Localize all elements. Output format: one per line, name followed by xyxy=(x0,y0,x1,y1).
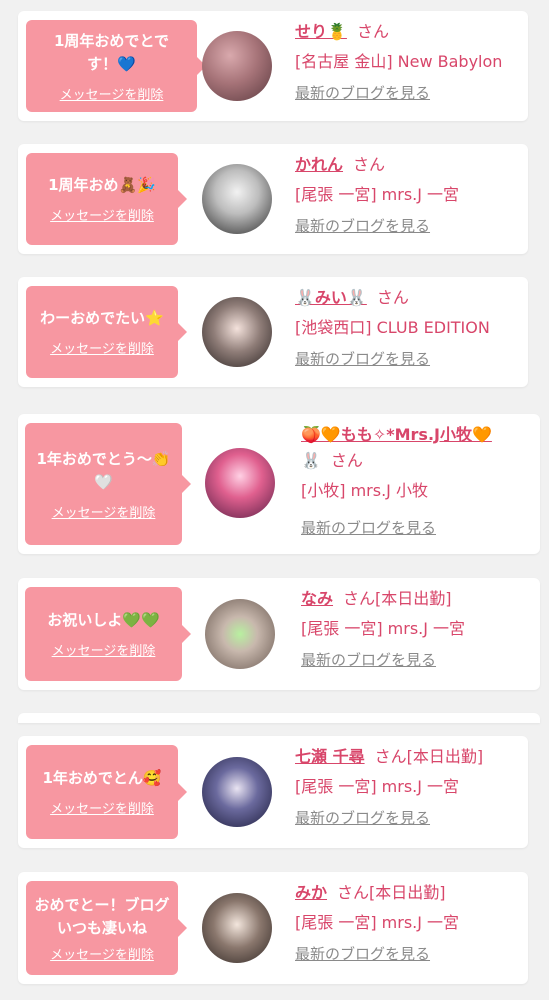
delete-message-link[interactable]: メッセージを削除 xyxy=(50,798,154,817)
message-text: 1年おめでとん🥰 xyxy=(42,769,162,787)
latest-blog-link[interactable]: 最新のブログを見る xyxy=(295,82,502,104)
message-card: わーおめでたい⭐ メッセージを削除 🐰みい🐰 さん [池袋西口] CLUB EDI… xyxy=(18,277,528,387)
honorific: さん xyxy=(353,155,386,174)
message-text: わーおめでたい⭐ xyxy=(40,309,164,327)
divider-card xyxy=(18,713,540,723)
cast-name-link[interactable]: なみ xyxy=(301,589,333,608)
latest-blog-link[interactable]: 最新のブログを見る xyxy=(295,807,483,829)
cast-name-link[interactable]: せり🍍 xyxy=(295,22,347,41)
cast-name-link[interactable]: 🍑🧡もも✧*Mrs.J小牧🧡 xyxy=(301,425,492,444)
message-text: 1周年おめ🧸🎉 xyxy=(48,176,156,194)
shop-name: [小牧] mrs.J 小牧 xyxy=(301,481,428,500)
avatar[interactable] xyxy=(202,164,272,234)
latest-blog-link[interactable]: 最新のブログを見る xyxy=(295,215,459,237)
avatar[interactable] xyxy=(205,448,275,518)
honorific: さん xyxy=(356,22,389,41)
avatar[interactable] xyxy=(205,599,275,669)
message-card: 1周年おめでとです！💙 メッセージを削除 せり🍍 さん [名古屋 金山] New … xyxy=(18,11,528,121)
message-text: おめでとー！ブログいつも凄いね xyxy=(34,895,170,937)
message-bubble: 1周年おめ🧸🎉 メッセージを削除 xyxy=(26,153,187,245)
honorific: さん xyxy=(337,883,370,902)
avatar[interactable] xyxy=(202,757,272,827)
message-text: お祝いしよ💚💚 xyxy=(47,611,160,629)
message-text: 1周年おめでとです！💙 xyxy=(54,31,169,73)
message-card: 1年おめでとう〜👏🤍 メッセージを削除 🍑🧡もも✧*Mrs.J小牧🧡 🐰 さん [… xyxy=(18,414,540,554)
attendance-status: [本日出勤] xyxy=(369,883,446,902)
delete-message-link[interactable]: メッセージを削除 xyxy=(52,502,156,521)
delete-message-link[interactable]: メッセージを削除 xyxy=(60,84,164,103)
cast-info: 七瀬 千尋 さん[本日出勤] [尾張 一宮] mrs.J 一宮 最新のブログを見る xyxy=(295,745,483,829)
avatar[interactable] xyxy=(202,297,272,367)
cast-info: 🍑🧡もも✧*Mrs.J小牧🧡 🐰 さん [小牧] mrs.J 小牧 最新のブログを… xyxy=(301,423,492,539)
attendance-status: [本日出勤] xyxy=(406,747,484,766)
cast-name-link[interactable]: かれん xyxy=(295,155,343,174)
message-card: おめでとー！ブログいつも凄いね メッセージを削除 みか さん[本日出勤] [尾張 … xyxy=(18,872,528,984)
message-bubble: 1年おめでとん🥰 メッセージを削除 xyxy=(26,745,187,839)
cast-name-link[interactable]: 🐰みい🐰 xyxy=(295,288,367,307)
latest-blog-link[interactable]: 最新のブログを見る xyxy=(295,348,490,370)
honorific: さん xyxy=(330,451,363,470)
message-bubble: 1周年おめでとです！💙 メッセージを削除 xyxy=(26,20,206,112)
delete-message-link[interactable]: メッセージを削除 xyxy=(50,944,154,963)
shop-name: [池袋西口] CLUB EDITION xyxy=(295,318,490,337)
shop-name: [尾張 一宮] mrs.J 一宮 xyxy=(295,913,460,932)
message-bubble: 1年おめでとう〜👏🤍 メッセージを削除 xyxy=(25,423,191,545)
avatar[interactable] xyxy=(202,893,272,963)
message-card: お祝いしよ💚💚 メッセージを削除 なみ さん[本日出勤] [尾張 一宮] mrs.… xyxy=(18,578,540,690)
honorific: さん xyxy=(376,288,409,307)
cast-info: みか さん[本日出勤] [尾張 一宮] mrs.J 一宮 最新のブログを見る xyxy=(295,881,459,965)
message-bubble: わーおめでたい⭐ メッセージを削除 xyxy=(26,286,187,378)
cast-name-link[interactable]: みか xyxy=(295,883,327,902)
delete-message-link[interactable]: メッセージを削除 xyxy=(52,640,156,659)
latest-blog-link[interactable]: 最新のブログを見る xyxy=(295,943,459,965)
honorific: さん xyxy=(374,747,407,766)
latest-blog-link[interactable]: 最新のブログを見る xyxy=(301,517,492,539)
message-card: 1年おめでとん🥰 メッセージを削除 七瀬 千尋 さん[本日出勤] [尾張 一宮] … xyxy=(18,736,528,848)
cast-info: かれん さん [尾張 一宮] mrs.J 一宮 最新のブログを見る xyxy=(295,153,459,237)
cast-name-continued[interactable]: 🐰 xyxy=(301,451,321,470)
avatar[interactable] xyxy=(202,31,272,101)
cast-info: 🐰みい🐰 さん [池袋西口] CLUB EDITION 最新のブログを見る xyxy=(295,286,490,370)
honorific: さん xyxy=(343,589,376,608)
cast-info: せり🍍 さん [名古屋 金山] New Babylon 最新のブログを見る xyxy=(295,20,502,104)
shop-name: [尾張 一宮] mrs.J 一宮 xyxy=(295,777,460,796)
latest-blog-link[interactable]: 最新のブログを見る xyxy=(301,649,465,671)
delete-message-link[interactable]: メッセージを削除 xyxy=(50,205,154,224)
message-card: 1周年おめ🧸🎉 メッセージを削除 かれん さん [尾張 一宮] mrs.J 一宮 … xyxy=(18,144,528,254)
shop-name: [尾張 一宮] mrs.J 一宮 xyxy=(301,619,466,638)
shop-name: [名古屋 金山] New Babylon xyxy=(295,52,503,71)
cast-name-link[interactable]: 七瀬 千尋 xyxy=(295,747,365,766)
message-text: 1年おめでとう〜👏🤍 xyxy=(36,449,171,491)
attendance-status: [本日出勤] xyxy=(375,589,452,608)
message-bubble: おめでとー！ブログいつも凄いね メッセージを削除 xyxy=(26,881,187,975)
cast-info: なみ さん[本日出勤] [尾張 一宮] mrs.J 一宮 最新のブログを見る xyxy=(301,587,465,671)
message-bubble: お祝いしよ💚💚 メッセージを削除 xyxy=(25,587,191,681)
delete-message-link[interactable]: メッセージを削除 xyxy=(50,338,154,357)
shop-name: [尾張 一宮] mrs.J 一宮 xyxy=(295,185,460,204)
